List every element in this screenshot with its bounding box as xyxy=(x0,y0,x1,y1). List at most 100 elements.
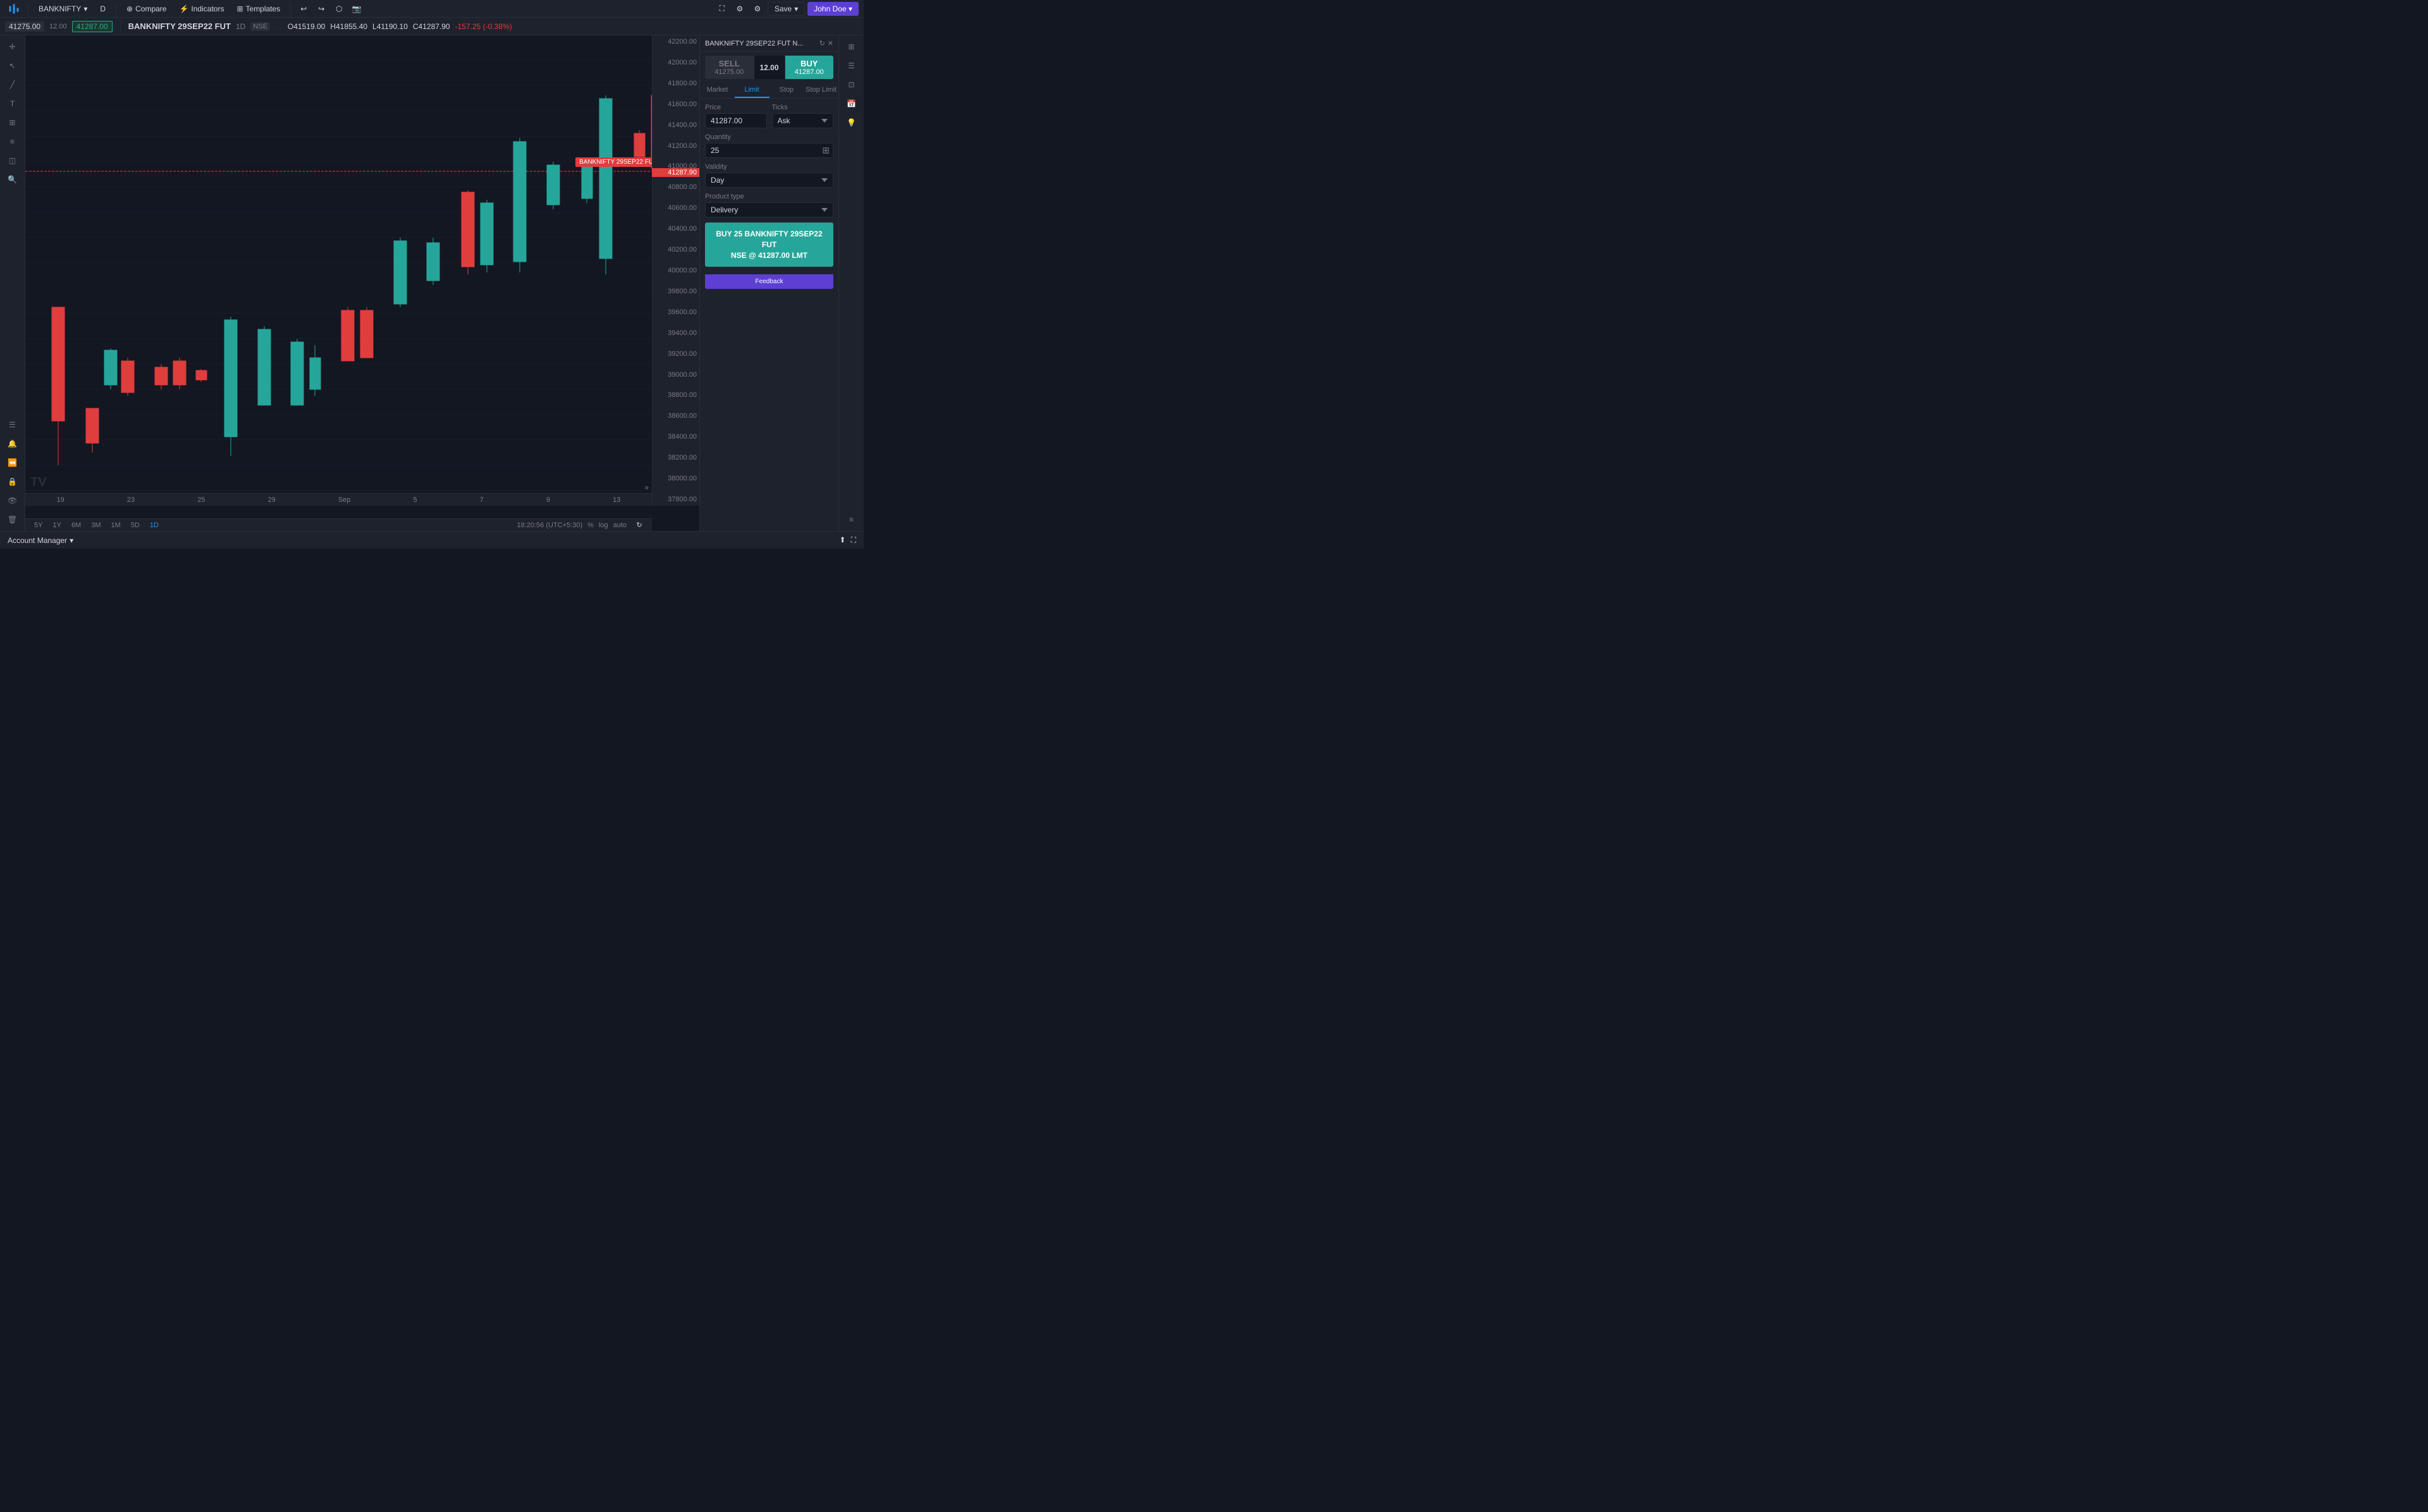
save-button[interactable]: Save ▾ xyxy=(768,2,805,16)
user-button[interactable]: John Doe ▾ xyxy=(807,2,859,16)
price-badge-2[interactable]: 41287.00 xyxy=(72,21,113,32)
separator: — xyxy=(275,22,283,31)
save-arrow: ▾ xyxy=(794,4,798,13)
timeframe-1m[interactable]: 1M xyxy=(107,520,125,530)
calculator-icon[interactable]: ⊞ xyxy=(822,145,830,156)
cursor-icon[interactable]: ↖ xyxy=(3,57,23,75)
price-38000: 38000.00 xyxy=(655,475,697,482)
tab-market[interactable]: Market xyxy=(700,83,735,98)
ideas-icon[interactable]: 💡 xyxy=(842,114,862,131)
crosshair-icon[interactable]: ✛ xyxy=(3,38,23,56)
interval-button[interactable]: D xyxy=(95,2,111,16)
quantity-group: Quantity ⊞ xyxy=(705,133,833,158)
refresh-icon[interactable]: ↻ xyxy=(632,518,647,532)
timestamp-display: 18:20:56 (UTC+5:30) xyxy=(517,521,582,529)
alert-icon[interactable]: 🔔 xyxy=(3,435,23,453)
templates-icon: ⊞ xyxy=(236,4,243,13)
account-manager-toggle[interactable]: Account Manager ▾ xyxy=(8,536,73,545)
templates-button[interactable]: ⊞ Templates xyxy=(231,2,285,16)
external-link-icon[interactable]: ⬡ xyxy=(331,2,346,16)
chart-settings-icon[interactable]: ⚙ xyxy=(750,2,765,16)
buy-button[interactable]: BUY 41287.00 xyxy=(785,56,834,79)
sell-button[interactable]: SELL 41275.00 xyxy=(705,56,754,79)
chart-tooltip: BANKNIFTY 29SEP22 FUT xyxy=(575,157,661,167)
interval-label: D xyxy=(100,4,106,13)
mid-spread: 12.00 xyxy=(754,56,785,79)
account-expand-icon[interactable]: ⬆ xyxy=(840,535,846,545)
price-input[interactable] xyxy=(705,113,767,128)
auto-label[interactable]: auto xyxy=(613,521,627,529)
tab-stop[interactable]: Stop xyxy=(769,83,804,98)
price-40800: 40800.00 xyxy=(655,183,697,191)
timeframe-1d[interactable]: 1D xyxy=(146,520,162,530)
indicators-button[interactable]: ⚡ Indicators xyxy=(174,2,229,16)
refresh-panel-icon[interactable]: ↻ xyxy=(819,39,825,47)
tab-limit[interactable]: Limit xyxy=(735,83,769,98)
compare-button[interactable]: ⊕ Compare xyxy=(121,2,171,16)
compare-icon: ⊕ xyxy=(126,4,133,13)
price-badge-1[interactable]: 41275.00 xyxy=(5,21,44,32)
chart-area[interactable]: BANKNIFTY 29SEP22 FUT TV 19 23 25 29 Sep… xyxy=(25,35,699,531)
tab-stop-limit[interactable]: Stop Limit xyxy=(804,83,838,98)
fullscreen-icon[interactable]: ⛶ xyxy=(714,2,730,16)
price-39800: 39800.00 xyxy=(655,288,697,295)
time-label-sep: Sep xyxy=(338,496,351,504)
submit-order-button[interactable]: BUY 25 BANKNIFTY 29SEP22 FUTNSE @ 41287.… xyxy=(705,223,833,267)
symbol-name[interactable]: BANKNIFTY 29SEP22 FUT xyxy=(128,21,231,31)
user-arrow: ▾ xyxy=(849,4,852,13)
fib-icon[interactable]: ≡ xyxy=(3,133,23,150)
watchlist-right-icon[interactable]: ☰ xyxy=(842,57,862,75)
product-type-select[interactable]: Delivery Intraday MTF xyxy=(705,202,833,217)
settings-icon[interactable]: ⚙ xyxy=(732,2,747,16)
undo-button[interactable]: ↩ xyxy=(296,2,311,16)
quantity-input[interactable] xyxy=(705,143,833,158)
data-window-icon[interactable]: ⊡ xyxy=(842,76,862,94)
camera-icon[interactable]: 📷 xyxy=(349,2,364,16)
time-label-0: 19 xyxy=(57,496,64,504)
far-right-sidebar: ⊞ ☰ ⊡ 📅 💡 ≡ xyxy=(838,35,864,531)
price-41600: 41600.00 xyxy=(655,101,697,108)
ticks-select[interactable]: Ask Bid Last xyxy=(772,113,834,128)
timeframe-1y[interactable]: 1Y xyxy=(49,520,64,530)
validity-label: Validity xyxy=(705,163,833,171)
account-fullscreen-icon[interactable]: ⛶ xyxy=(851,535,856,545)
main-layout: ✛ ↖ ╱ T ⊞ ≡ ◫ 🔍 ☰ 🔔 ⏪ 🔒 👁 🗑 xyxy=(0,35,864,531)
patterns-icon[interactable]: ⊞ xyxy=(3,114,23,131)
replay-icon[interactable]: ⏪ xyxy=(3,454,23,472)
divider-3 xyxy=(290,3,291,15)
user-label: John Doe xyxy=(814,4,846,13)
trend-line-icon[interactable]: ╱ xyxy=(3,76,23,94)
timeframe-3m[interactable]: 3M xyxy=(87,520,104,530)
symbol-bar: 41275.00 12.00 41287.00 BANKNIFTY 29SEP2… xyxy=(0,18,864,35)
symbol-button[interactable]: BANKNIFTY ▾ xyxy=(34,2,92,16)
eye-icon[interactable]: 👁 xyxy=(3,492,23,509)
log-label[interactable]: log xyxy=(599,521,608,529)
quantity-label: Quantity xyxy=(705,133,833,141)
panel-header: BANKNIFTY 29SEP22 FUT N... ↻ ✕ xyxy=(700,35,838,52)
zoom-icon[interactable]: 🔍 xyxy=(3,171,23,188)
account-manager-chevron: ▾ xyxy=(70,536,73,545)
price-40200: 40200.00 xyxy=(655,246,697,253)
chart-layout-icon[interactable]: ⊞ xyxy=(842,38,862,56)
timeframe-5d[interactable]: 5D xyxy=(127,520,144,530)
measure-icon[interactable]: ◫ xyxy=(3,152,23,169)
feedback-button[interactable]: Feedback xyxy=(705,274,833,289)
time-label-2: 25 xyxy=(197,496,205,504)
watchlist-icon[interactable]: ☰ xyxy=(3,416,23,434)
validity-select[interactable]: Day IOC GTT xyxy=(705,173,833,188)
calendar-icon[interactable]: 📅 xyxy=(842,95,862,113)
timeframe-6m[interactable]: 6M xyxy=(68,520,85,530)
product-type-group: Product type Delivery Intraday MTF xyxy=(705,193,833,217)
properties-icon[interactable]: ≡ xyxy=(842,511,862,528)
redo-button[interactable]: ↪ xyxy=(314,2,329,16)
trash-icon[interactable]: 🗑 xyxy=(3,511,23,528)
time-label-1: 23 xyxy=(127,496,135,504)
expand-arrows-icon[interactable]: » xyxy=(644,483,649,492)
timeframe-5y[interactable]: 5Y xyxy=(30,520,46,530)
text-icon[interactable]: T xyxy=(3,95,23,113)
price-39400: 39400.00 xyxy=(655,329,697,337)
price-39200: 39200.00 xyxy=(655,350,697,358)
lock-icon[interactable]: 🔒 xyxy=(3,473,23,491)
chart-bottom-status: 5Y 1Y 6M 3M 1M 5D 1D 18:20:56 (UTC+5:30)… xyxy=(25,518,652,531)
close-panel-icon[interactable]: ✕ xyxy=(828,39,833,47)
